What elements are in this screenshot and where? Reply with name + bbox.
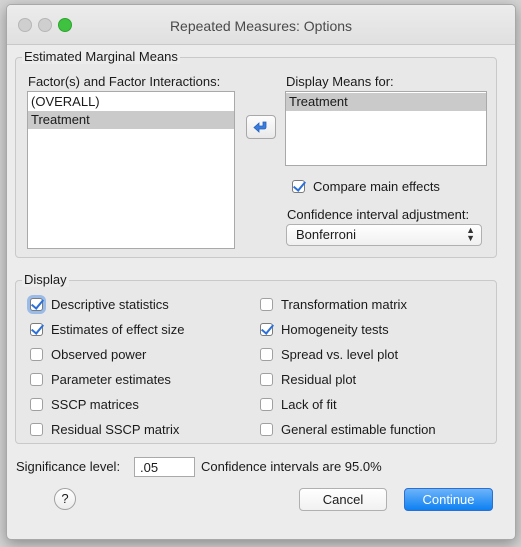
move-factor-button[interactable] bbox=[246, 115, 276, 139]
help-button[interactable]: ? bbox=[54, 488, 76, 510]
display-means-listbox[interactable]: Treatment bbox=[285, 91, 487, 166]
checkbox-checked[interactable] bbox=[30, 323, 43, 336]
checkbox-checked[interactable] bbox=[292, 180, 305, 193]
checkbox-unchecked[interactable] bbox=[260, 398, 273, 411]
title-bar: Repeated Measures: Options bbox=[7, 5, 515, 45]
help-icon: ? bbox=[61, 491, 69, 506]
cancel-button[interactable]: Cancel bbox=[299, 488, 387, 511]
ci-adjustment-label: Confidence interval adjustment: bbox=[287, 207, 470, 222]
checkbox-unchecked[interactable] bbox=[30, 373, 43, 386]
ci-adjustment-value: Bonferroni bbox=[296, 227, 356, 242]
emm-group-label: Estimated Marginal Means bbox=[22, 49, 180, 64]
arrow-left-icon bbox=[253, 121, 267, 133]
checkbox-unchecked[interactable] bbox=[260, 348, 273, 361]
checkbox-unchecked[interactable] bbox=[30, 348, 43, 361]
significance-label: Significance level: bbox=[16, 459, 121, 474]
checkbox-unchecked[interactable] bbox=[30, 398, 43, 411]
checkbox-unchecked[interactable] bbox=[30, 423, 43, 436]
checkbox-checked[interactable] bbox=[260, 323, 273, 336]
window-title: Repeated Measures: Options bbox=[169, 18, 353, 34]
confidence-text: Confidence intervals are 95.0% bbox=[201, 459, 382, 474]
checkbox-unchecked[interactable] bbox=[260, 423, 273, 436]
checkbox-unchecked[interactable] bbox=[260, 298, 273, 311]
ci-adjustment-select[interactable]: Bonferroni ▲ ▼ bbox=[286, 224, 482, 246]
significance-value: .05 bbox=[140, 460, 159, 475]
continue-button[interactable]: Continue bbox=[404, 488, 493, 511]
display-means-item-treatment[interactable]: Treatment bbox=[286, 93, 486, 111]
significance-input[interactable]: .05 bbox=[134, 457, 195, 477]
factors-label: Factor(s) and Factor Interactions: bbox=[28, 74, 221, 89]
factor-item-treatment[interactable]: Treatment bbox=[28, 111, 234, 129]
checkbox-checked[interactable] bbox=[30, 298, 43, 311]
factor-item-overall[interactable]: (OVERALL) bbox=[28, 93, 234, 111]
chevron-updown-icon: ▲ ▼ bbox=[466, 225, 475, 243]
factors-listbox[interactable]: (OVERALL) Treatment bbox=[27, 91, 235, 249]
checkbox-unchecked[interactable] bbox=[260, 373, 273, 386]
display-means-label: Display Means for: bbox=[286, 74, 394, 89]
display-group-label: Display bbox=[22, 272, 69, 287]
